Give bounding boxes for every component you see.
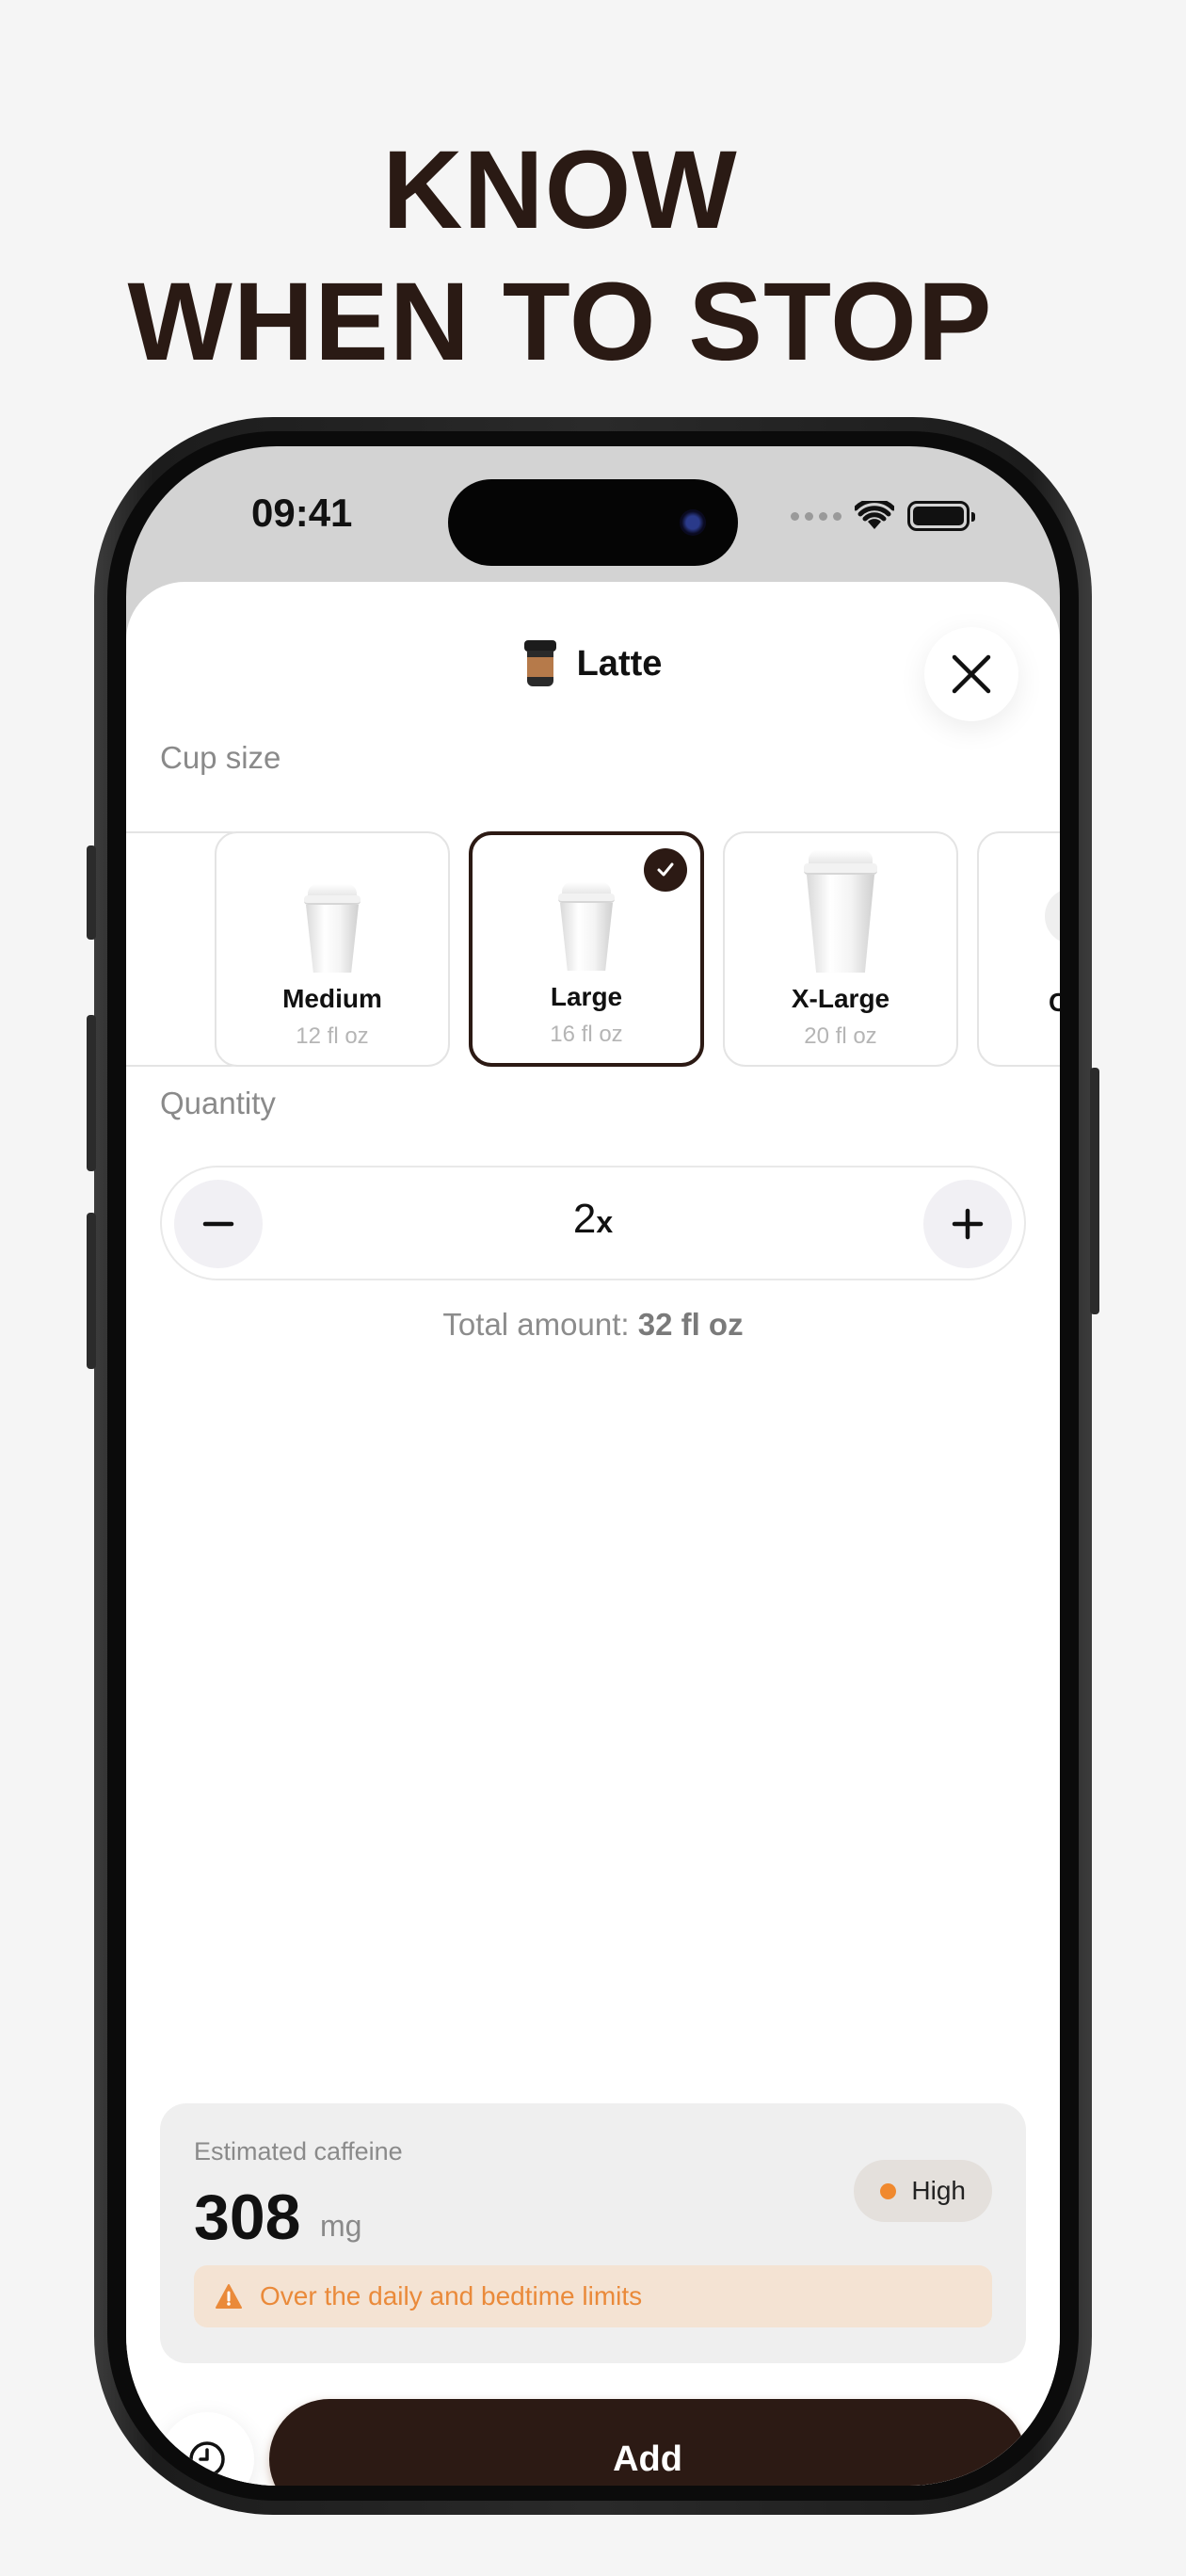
- caffeine-value: 308: [194, 2182, 301, 2253]
- add-drink-sheet: Latte Cup size Medium 12 fl oz Large 16 …: [126, 582, 1060, 2486]
- caffeine-level-badge: High: [854, 2160, 992, 2222]
- medium-cup-icon: [302, 884, 362, 974]
- total-amount: Total amount: 32 fl oz: [442, 1307, 744, 1342]
- total-amount-value: 32 fl oz: [637, 1307, 744, 1342]
- size-card-medium[interactable]: Medium 12 fl oz: [215, 831, 450, 1067]
- size-name: X-Large: [791, 984, 890, 1013]
- next-cup-icon: [1045, 888, 1060, 944]
- cellular-signal-icon: [791, 511, 841, 521]
- plus-icon: [952, 1208, 984, 1240]
- selected-check-icon: [644, 848, 687, 892]
- level-text: High: [911, 2176, 966, 2205]
- marketing-headline: KNOW WHEN TO STOP: [0, 124, 1120, 388]
- size-name: Medium: [282, 984, 382, 1013]
- dynamic-island: [448, 479, 738, 566]
- size-volume: 12 fl oz: [296, 1023, 369, 1049]
- action-button: [87, 845, 96, 940]
- size-card-next[interactable]: C: [977, 831, 1060, 1067]
- clock-icon: [189, 2441, 225, 2477]
- quantity-stepper: 2x: [160, 1166, 1026, 1280]
- quantity-value: 2x: [572, 1196, 614, 1242]
- increment-button[interactable]: [923, 1180, 1012, 1268]
- x-large-cup-icon: [803, 850, 878, 974]
- level-dot-icon: [880, 2182, 897, 2199]
- caffeine-estimate-card: Estimated caffeine 308 mg High Over the …: [160, 2103, 1026, 2363]
- cup-size-carousel[interactable]: Medium 12 fl oz Large 16 fl oz X-Large 2…: [126, 831, 1060, 1067]
- wifi-icon: [855, 501, 894, 529]
- close-button[interactable]: [924, 627, 1018, 721]
- time-picker-button[interactable]: [160, 2412, 254, 2486]
- battery-icon: [907, 501, 975, 531]
- power-button: [1090, 1068, 1099, 1314]
- volume-down-button: [87, 1213, 96, 1369]
- size-name: Large: [550, 982, 623, 1011]
- size-card-large[interactable]: Large 16 fl oz: [469, 831, 704, 1067]
- sheet-header: Latte: [126, 640, 1060, 687]
- size-volume: 16 fl oz: [550, 1022, 623, 1047]
- takeaway-coffee-icon: [523, 640, 556, 687]
- large-cup-icon: [556, 882, 617, 973]
- close-icon: [952, 654, 991, 694]
- size-card-x-large[interactable]: X-Large 20 fl oz: [723, 831, 958, 1067]
- drink-title: Latte: [576, 643, 663, 684]
- size-name-partial: C: [1049, 988, 1060, 1017]
- limit-warning: Over the daily and bedtime limits: [194, 2265, 992, 2327]
- add-button[interactable]: Add: [269, 2399, 1026, 2486]
- caffeine-unit: mg: [320, 2209, 362, 2243]
- volume-up-button: [87, 1015, 96, 1171]
- front-camera-icon: [680, 509, 706, 536]
- warning-text: Over the daily and bedtime limits: [260, 2281, 643, 2310]
- warning-icon: [216, 2284, 242, 2309]
- size-volume: 20 fl oz: [804, 1023, 877, 1049]
- caffeine-label: Estimated caffeine: [194, 2137, 403, 2165]
- headline-line-1: KNOW: [382, 128, 738, 252]
- status-time: 09:41: [251, 491, 353, 535]
- phone-screen: 09:41 Latte Cup size Medium 12 fl oz Lar…: [126, 446, 1060, 2486]
- cup-size-label: Cup size: [160, 740, 281, 775]
- status-indicators: [791, 501, 975, 531]
- headline-line-2: WHEN TO STOP: [127, 260, 993, 384]
- quantity-label: Quantity: [160, 1086, 276, 1120]
